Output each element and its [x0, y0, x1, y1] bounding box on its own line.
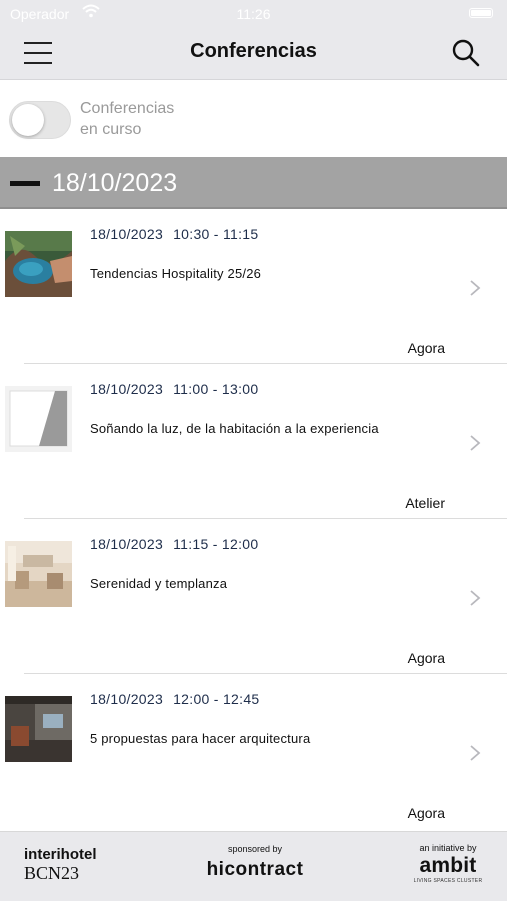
chevron-right-icon — [470, 590, 481, 606]
conference-datetime: 18/10/2023 11:00 - 13:00 — [90, 381, 259, 397]
conference-room: Atelier — [405, 495, 445, 511]
conference-thumbnail — [5, 386, 72, 452]
search-icon[interactable] — [451, 38, 481, 68]
conference-datetime: 18/10/2023 12:00 - 12:45 — [90, 691, 260, 707]
collapse-minus-icon — [10, 181, 40, 186]
conference-title: Tendencias Hospitality 25/26 — [90, 266, 262, 281]
chevron-right-icon — [470, 435, 481, 451]
ambit-logo: an initiative by ambit LIVING SPACES CLU… — [413, 843, 483, 884]
chevron-right-icon — [470, 745, 481, 761]
conference-room: Agora — [407, 805, 445, 821]
conference-item[interactable]: 18/10/2023 11:00 - 13:00 Soñando la luz, … — [0, 364, 507, 519]
conference-item[interactable]: 18/10/2023 12:00 - 12:45 5 propuestas par… — [0, 674, 507, 829]
page-title: Conferencias — [190, 40, 317, 62]
conference-thumbnail — [5, 541, 72, 607]
conference-title: Soñando la luz, de la habitación a la ex… — [90, 421, 379, 436]
conference-room: Agora — [407, 340, 445, 356]
chevron-right-icon — [470, 280, 481, 296]
conference-item[interactable]: 18/10/2023 11:15 - 12:00 Serenidad y temp… — [0, 519, 507, 674]
conference-datetime: 18/10/2023 11:15 - 12:00 — [90, 536, 259, 552]
conference-item[interactable]: 18/10/2023 10:30 - 11:15 Tendencias Hospi… — [0, 209, 507, 364]
ongoing-toggle-label: Conferencias en curso — [80, 100, 175, 138]
ongoing-filter-row: Conferencias en curso — [0, 80, 507, 158]
conference-thumbnail — [5, 231, 72, 297]
conference-title: 5 propuestas para hacer arquitectura — [90, 731, 311, 746]
battery-icon — [469, 8, 493, 18]
conference-room: Agora — [407, 650, 445, 666]
toggle-knob — [12, 104, 44, 136]
conference-thumbnail — [5, 696, 72, 762]
ongoing-toggle[interactable] — [9, 101, 71, 139]
interihotel-logo: interihotel BCN23 — [24, 846, 97, 883]
date-group-label: 18/10/2023 — [52, 169, 178, 197]
sponsor-logo: sponsored by hicontract — [206, 844, 304, 880]
date-group-header[interactable]: 18/10/2023 — [0, 157, 507, 209]
conference-datetime: 18/10/2023 10:30 - 11:15 — [90, 226, 259, 242]
clock: 11:26 — [236, 6, 271, 22]
sponsor-footer: interihotel BCN23 sponsored by hicontrac… — [0, 831, 507, 901]
nav-bar: Conferencias — [0, 28, 507, 80]
conference-title: Serenidad y templanza — [90, 576, 228, 591]
status-bar: Operador 11:26 — [0, 0, 507, 28]
